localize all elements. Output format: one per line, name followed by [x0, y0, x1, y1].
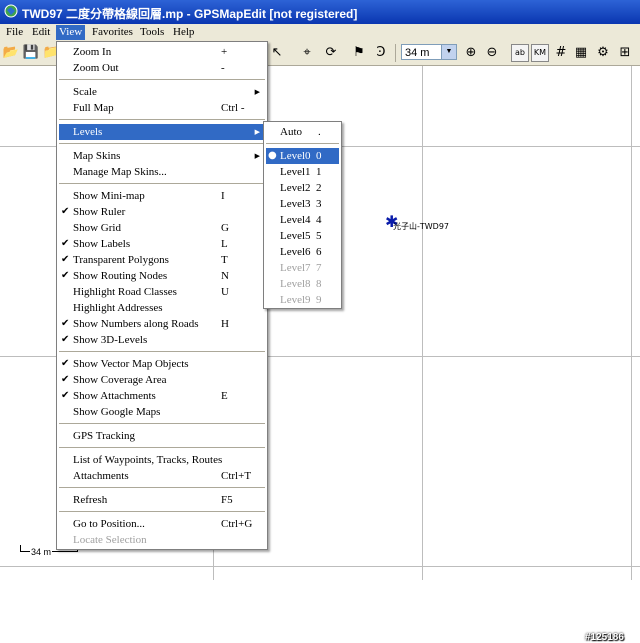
attachments-icon[interactable]: ⊞ — [616, 44, 634, 62]
menu-item-show-vector-map-objects[interactable]: ✔ Show Vector Map Objects — [59, 356, 265, 372]
checkmark-icon: ✔ — [61, 254, 70, 265]
checkmark-icon: ✔ — [61, 270, 70, 281]
menu-item-level-9: Level9 9 — [280, 294, 322, 306]
menu-item-level-0[interactable]: ● Level0 0 — [266, 148, 339, 164]
grid-icon[interactable]: # — [552, 44, 570, 62]
checkmark-icon: ✔ — [61, 334, 70, 345]
submenu-arrow-icon: ▶ — [254, 152, 260, 160]
menu-item-level-auto[interactable]: Auto . — [266, 124, 339, 140]
menu-file[interactable]: File — [3, 25, 26, 40]
menu-item-level-6[interactable]: Level6 6 — [266, 244, 339, 260]
grid-line — [0, 566, 640, 567]
label-tool-icon[interactable]: Ꜿ — [372, 44, 390, 62]
checkmark-icon: ✔ — [61, 206, 70, 217]
window-title: TWD97 二度分帶格線回層.mp - GPSMapEdit [not regi… — [22, 7, 358, 21]
checkmark-icon: ✔ — [61, 374, 70, 385]
menu-view[interactable]: View — [56, 25, 86, 40]
menu-separator — [59, 79, 265, 81]
levels-submenu: Auto . ● Level0 0 Level1 1 Level2 2 Leve… — [263, 121, 342, 309]
edit-node-icon[interactable]: ⌖ — [298, 44, 316, 62]
menu-tools[interactable]: Tools — [137, 25, 167, 40]
menu-item-full-map[interactable]: Full Map Ctrl - — [59, 100, 265, 116]
submenu-arrow-icon: ▶ — [254, 128, 260, 136]
menu-item-list-waypoints[interactable]: List of Waypoints, Tracks, Routes — [59, 452, 265, 468]
rotate-tool-icon[interactable]: ⟳ — [322, 44, 340, 62]
grid-line — [631, 66, 632, 580]
menu-favorites[interactable]: Favorites — [89, 25, 136, 40]
menu-item-go-to-position[interactable]: Go to Position... Ctrl+G — [59, 516, 265, 532]
zoom-in-icon[interactable]: ⊕ — [462, 44, 480, 62]
view-menu: Zoom In + Zoom Out - Scale ▶ Full Map Ct… — [56, 41, 268, 550]
menu-item-gps-tracking[interactable]: GPS Tracking — [59, 428, 265, 444]
menu-item-show-google-maps[interactable]: Show Google Maps — [59, 404, 265, 420]
submenu-arrow-icon: ▶ — [254, 88, 260, 96]
menu-item-zoom-in[interactable]: Zoom In + — [59, 44, 265, 60]
menu-item-refresh[interactable]: Refresh F5 — [59, 492, 265, 508]
menu-edit[interactable]: Edit — [29, 25, 53, 40]
menu-item-show-ruler[interactable]: ✔ Show Ruler — [59, 204, 265, 220]
menu-item-show-numbers-along-roads[interactable]: ✔ Show Numbers along Roads H — [59, 316, 265, 332]
menu-item-level-2[interactable]: Level2 2 — [266, 180, 339, 196]
menu-item-show-coverage-area[interactable]: ✔ Show Coverage Area — [59, 372, 265, 388]
menu-separator — [59, 351, 265, 353]
scale-ruler-label: 34 m — [30, 547, 53, 557]
menu-bar: File Edit View Favorites Tools Help — [0, 24, 640, 41]
checkmark-icon: ✔ — [61, 358, 70, 369]
menu-item-manage-map-skins[interactable]: Manage Map Skins... — [59, 164, 265, 180]
routing-nodes-icon[interactable]: ⚙ — [594, 44, 612, 62]
menu-separator — [59, 183, 265, 185]
menu-separator — [59, 511, 265, 513]
toggle-km-button[interactable]: KM — [531, 44, 549, 62]
menu-separator — [59, 447, 265, 449]
radio-dot-icon: ● — [268, 150, 277, 161]
menu-item-highlight-addresses[interactable]: Highlight Addresses — [59, 300, 265, 316]
menu-separator — [59, 119, 265, 121]
select-tool-icon[interactable]: ↖ — [268, 44, 286, 62]
menu-item-highlight-road-classes[interactable]: Highlight Road Classes U — [59, 284, 265, 300]
menu-item-zoom-out[interactable]: Zoom Out - — [59, 60, 265, 76]
chevron-down-icon[interactable]: ▼ — [441, 45, 456, 59]
checkmark-icon: ✔ — [61, 390, 70, 401]
menu-item-attachments[interactable]: Attachments Ctrl+T — [59, 468, 265, 484]
poi-label: 光子山-TWD97 — [393, 222, 450, 231]
menu-item-show-attachments[interactable]: ✔ Show Attachments E — [59, 388, 265, 404]
grid-line — [422, 66, 423, 580]
checkmark-icon: ✔ — [61, 318, 70, 329]
menu-item-map-skins[interactable]: Map Skins ▶ — [59, 148, 265, 164]
toggle-labels-button[interactable]: ab — [511, 44, 529, 62]
menu-separator — [59, 487, 265, 489]
menu-item-locate-selection: Locate Selection — [73, 534, 147, 546]
menu-separator — [59, 423, 265, 425]
menu-help[interactable]: Help — [170, 25, 197, 40]
checkmark-icon: ✔ — [61, 238, 70, 249]
menu-item-show-routing-nodes[interactable]: ✔ Show Routing Nodes N — [59, 268, 265, 284]
open-folder-icon[interactable]: 📂 — [2, 44, 20, 62]
menu-item-show-grid[interactable]: Show Grid G — [59, 220, 265, 236]
zoom-out-icon[interactable]: ⊖ — [483, 44, 501, 62]
menu-item-level-3[interactable]: Level3 3 — [266, 196, 339, 212]
menu-item-level-8: Level8 8 — [280, 278, 322, 290]
menu-item-levels[interactable]: Levels ▶ — [59, 124, 265, 140]
menu-separator — [266, 143, 339, 145]
menu-item-scale[interactable]: Scale ▶ — [59, 84, 265, 100]
menu-separator — [59, 143, 265, 145]
menu-item-level-1[interactable]: Level1 1 — [266, 164, 339, 180]
menu-item-level-7: Level7 7 — [280, 262, 322, 274]
toolbar-separator — [395, 44, 396, 62]
transparent-polygons-icon[interactable]: ▦ — [572, 44, 590, 62]
title-bar: TWD97 二度分帶格線回層.mp - GPSMapEdit [not regi… — [0, 0, 640, 24]
zoom-level-value: 34 m — [405, 47, 430, 59]
menu-item-show-labels[interactable]: ✔ Show Labels L — [59, 236, 265, 252]
menu-item-show-mini-map[interactable]: Show Mini-map I — [59, 188, 265, 204]
watermark-text: #125186 — [585, 632, 624, 643]
zoom-level-select[interactable]: 34 m ▼ — [401, 44, 457, 60]
menu-item-level-5[interactable]: Level5 5 — [266, 228, 339, 244]
save-icon[interactable]: 💾 — [22, 44, 40, 62]
menu-item-level-4[interactable]: Level4 4 — [266, 212, 339, 228]
app-globe-icon — [4, 4, 18, 18]
menu-item-show-3d-levels[interactable]: ✔ Show 3D-Levels — [59, 332, 265, 348]
waypoint-tool-icon[interactable]: ⚑ — [350, 44, 368, 62]
menu-item-transparent-polygons[interactable]: ✔ Transparent Polygons T — [59, 252, 265, 268]
